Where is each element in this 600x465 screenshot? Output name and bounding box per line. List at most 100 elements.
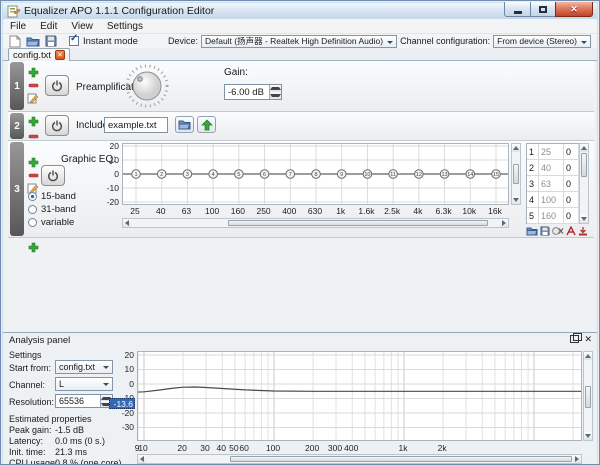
eq-x-tick: 10k xyxy=(462,206,477,216)
eq-table-row[interactable]: 4 100 0 xyxy=(527,192,579,208)
open-file-button[interactable] xyxy=(25,34,41,48)
minimize-button[interactable] xyxy=(504,2,531,17)
mode-radio-31-band[interactable]: 31-band xyxy=(28,204,76,215)
window-title: Equalizer APO 1.1.1 Configuration Editor xyxy=(24,5,215,17)
eq-y-tick: 10 xyxy=(109,155,119,165)
save-file-button[interactable] xyxy=(43,34,59,48)
scroll-up-icon xyxy=(581,143,587,150)
channel-config-select[interactable]: From device (Stereo) xyxy=(493,34,591,48)
remove-filter-icon[interactable] xyxy=(27,79,39,91)
eq-graph-horizontal-scrollbar[interactable] xyxy=(122,218,509,228)
eq-x-tick: 1k xyxy=(336,206,346,216)
eq-table-row[interactable]: 1 25 0 xyxy=(527,144,579,160)
eq-table-cell-gain[interactable]: 0 xyxy=(564,192,579,207)
spin-up-icon xyxy=(270,85,281,90)
eq-table-cell-index[interactable]: 3 xyxy=(527,176,539,191)
eq-table-cell-frequency[interactable]: 63 xyxy=(539,176,564,191)
analysis-y-tick: -20 xyxy=(121,407,134,418)
eq-table-cell-index[interactable]: 5 xyxy=(527,208,539,223)
normalize-response-icon[interactable] xyxy=(565,225,577,237)
include-file-input[interactable]: example.txt xyxy=(104,117,168,133)
eq-table-row[interactable]: 5 160 0 xyxy=(527,208,579,224)
scroll-down-icon xyxy=(513,198,519,205)
new-file-button[interactable] xyxy=(7,34,23,48)
property-label: Latency: xyxy=(9,436,44,446)
eq-bands-table[interactable]: 1 25 0 2 40 0 3 63 0 4 100 0 5 160 0 xyxy=(526,143,580,224)
remove-filter-icon[interactable] xyxy=(27,130,39,140)
open-include-button[interactable] xyxy=(175,116,194,133)
channel-select[interactable]: L xyxy=(55,377,113,391)
mode-label: 31-band xyxy=(41,204,76,215)
eq-table-cell-frequency[interactable]: 160 xyxy=(539,208,564,223)
resolution-spinbox[interactable]: 65536 xyxy=(55,394,113,408)
row-number-badge: 2 xyxy=(10,113,24,139)
analysis-vertical-scrollbar[interactable] xyxy=(583,351,593,441)
close-button[interactable]: ✕ xyxy=(555,2,593,17)
eq-response-graph[interactable]: 1 2 3 4 5 6 7 8 9 10 11 12 13 14 15 xyxy=(122,143,509,205)
titlebar[interactable]: Equalizer APO 1.1.1 Configuration Editor… xyxy=(3,2,597,19)
instant-mode-checkbox[interactable]: ✓ Instant mode xyxy=(69,33,138,47)
menu-item-settings[interactable]: Settings xyxy=(100,19,150,33)
eq-point-number: 12 xyxy=(416,172,422,178)
eq-table-cell-index[interactable]: 1 xyxy=(527,144,539,159)
import-response-icon[interactable] xyxy=(526,225,538,237)
add-filter-icon[interactable] xyxy=(27,66,39,78)
gain-spinbox[interactable]: -6.00 dB xyxy=(224,84,282,100)
eq-table-row[interactable]: 3 63 0 xyxy=(527,176,579,192)
gain-knob[interactable] xyxy=(124,63,170,109)
edit-filter-icon[interactable] xyxy=(27,92,39,104)
eq-table-cell-index[interactable]: 4 xyxy=(527,192,539,207)
mode-radio-15-band[interactable]: 15-band xyxy=(28,191,76,202)
open-file-icon xyxy=(26,37,40,47)
property-label: Peak gain: xyxy=(9,425,52,435)
menu-item-file[interactable]: File xyxy=(3,19,33,33)
remove-filter-icon[interactable] xyxy=(27,169,39,181)
tab-bar: config.txt ✕ xyxy=(3,48,597,61)
eq-x-tick: 6.3k xyxy=(435,206,452,216)
power-button[interactable] xyxy=(41,165,65,186)
eq-table-row[interactable]: 2 40 0 xyxy=(527,160,579,176)
frequency-response-curve xyxy=(131,386,581,393)
eq-table-cell-gain[interactable]: 0 xyxy=(564,208,579,223)
maximize-button[interactable] xyxy=(530,2,556,17)
eq-table-cell-gain[interactable]: 0 xyxy=(564,160,579,175)
eq-table-cell-index[interactable]: 2 xyxy=(527,160,539,175)
analysis-x-tick: 60 xyxy=(239,443,249,453)
eq-table-cell-frequency[interactable]: 40 xyxy=(539,160,564,175)
add-filter-button[interactable] xyxy=(27,241,39,253)
tab-close-icon[interactable]: ✕ xyxy=(55,50,66,60)
eq-table-cell-gain[interactable]: 0 xyxy=(564,144,579,159)
mode-radio-variable[interactable]: variable xyxy=(28,217,74,228)
float-panel-icon[interactable] xyxy=(570,333,583,343)
start-from-select[interactable]: config.txt xyxy=(55,360,113,374)
analysis-x-tick: 200 xyxy=(305,443,320,453)
eq-graph-vertical-scrollbar[interactable] xyxy=(511,143,521,205)
analysis-response-graph[interactable] xyxy=(131,351,582,441)
eq-table-cell-frequency[interactable]: 100 xyxy=(539,192,564,207)
eq-table-cell-frequency[interactable]: 25 xyxy=(539,144,564,159)
settings-header: Settings xyxy=(9,350,42,360)
close-panel-icon[interactable]: ✕ xyxy=(584,335,592,344)
invert-response-icon[interactable] xyxy=(577,225,589,237)
property-value: 0.8 % (one core) xyxy=(55,458,122,465)
add-filter-icon[interactable] xyxy=(27,115,39,127)
mode-label: 15-band xyxy=(41,191,76,202)
power-button[interactable] xyxy=(45,75,69,96)
eq-table-cell-gain[interactable]: 0 xyxy=(564,176,579,191)
gain-spin-buttons[interactable] xyxy=(269,85,281,99)
add-filter-icon[interactable] xyxy=(27,156,39,168)
eq-point-number: 14 xyxy=(467,172,473,178)
device-select[interactable]: Default (扬声器 - Realtek High Definition A… xyxy=(200,34,398,48)
export-response-icon[interactable] xyxy=(539,225,551,237)
goto-include-button[interactable] xyxy=(197,116,216,133)
resolution-label: Resolution: xyxy=(9,397,55,407)
menu-item-edit[interactable]: Edit xyxy=(33,19,64,33)
clear-response-icon[interactable] xyxy=(552,225,564,237)
tab-config-txt[interactable]: config.txt ✕ xyxy=(8,48,71,61)
eq-table-scrollbar[interactable] xyxy=(579,143,589,224)
menu-item-view[interactable]: View xyxy=(64,19,100,33)
new-file-icon xyxy=(9,35,21,47)
power-button[interactable] xyxy=(45,115,69,136)
scroll-left-icon xyxy=(137,456,144,462)
analysis-horizontal-scrollbar[interactable] xyxy=(137,454,582,464)
